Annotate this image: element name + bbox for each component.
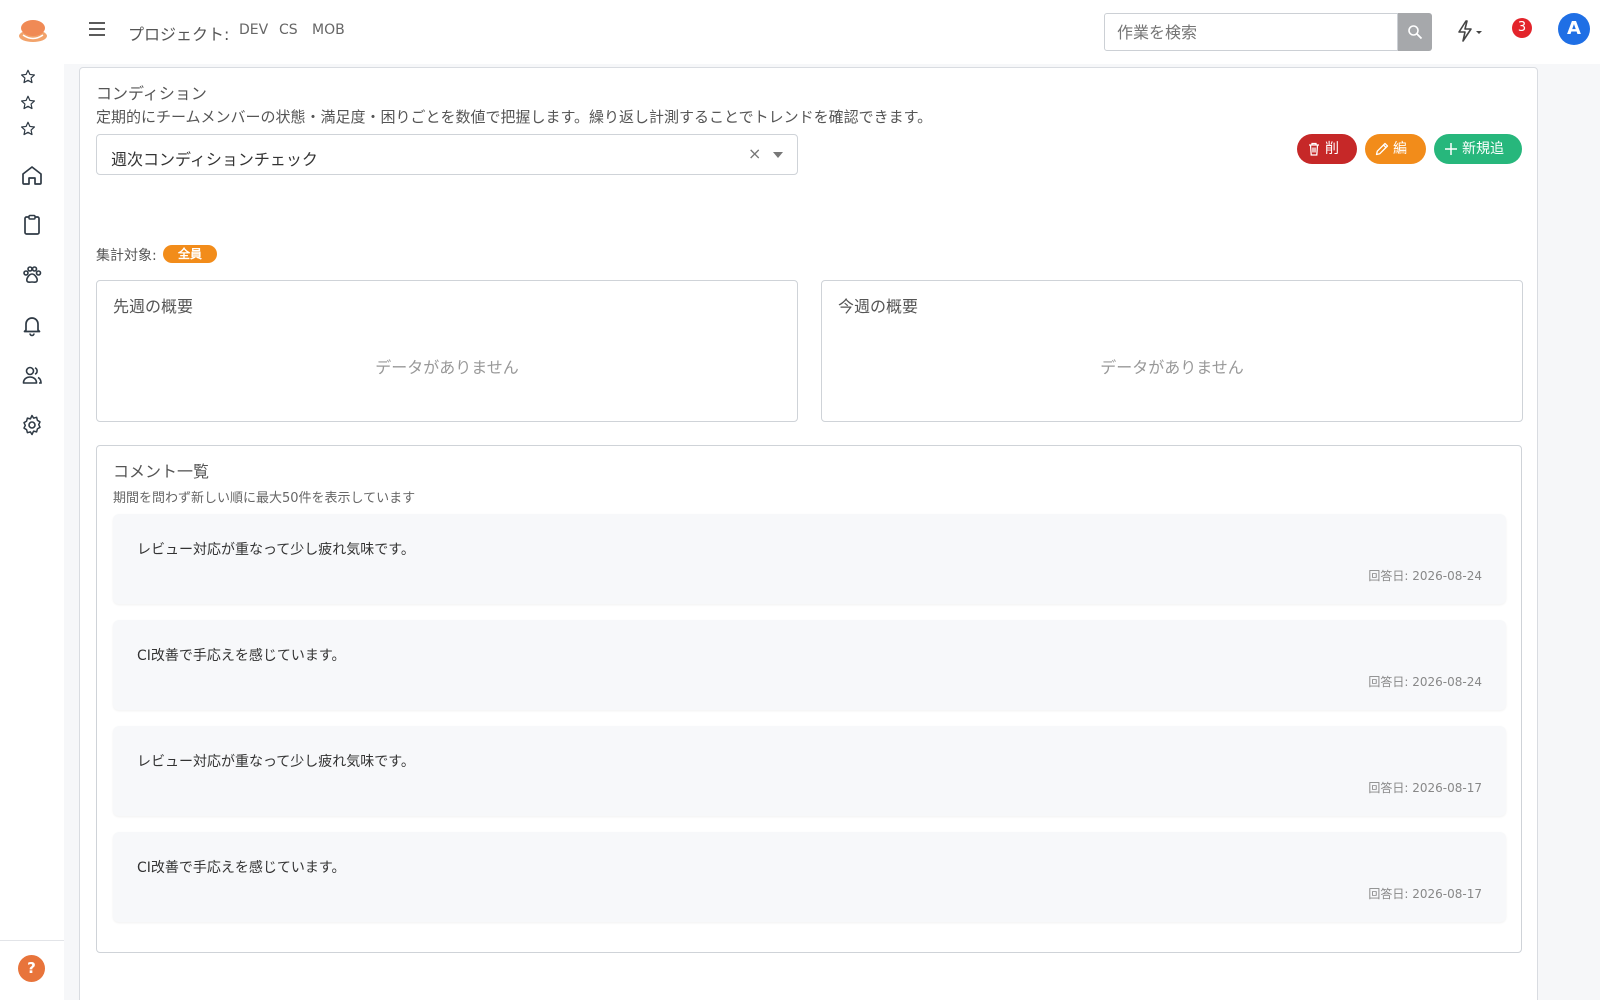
app-logo-icon[interactable] [18, 18, 48, 44]
project-link-dev[interactable]: DEV [239, 22, 268, 38]
star-icon[interactable] [19, 94, 37, 112]
quick-action-bolt-icon[interactable] [1454, 19, 1488, 43]
sidebar: ? [0, 0, 64, 1000]
help-button[interactable]: ? [18, 955, 45, 982]
project-link-cs[interactable]: CS [279, 22, 298, 38]
comment-list-title: コメント一覧 [113, 462, 210, 481]
hamburger-menu-icon[interactable] [88, 22, 106, 36]
gear-icon[interactable] [20, 413, 44, 437]
survey-select-value: 週次コンディションチェック [111, 150, 318, 169]
comment-item: CI改善で手応えを感じています。 回答日: 2026-08-17 [113, 832, 1506, 922]
users-icon[interactable] [20, 363, 44, 387]
search-input[interactable] [1104, 13, 1398, 51]
clear-selection-icon[interactable]: × [748, 144, 761, 163]
pencil-icon [1375, 142, 1389, 156]
home-icon[interactable] [20, 163, 44, 187]
edit-button-label: 編集 [1393, 141, 1407, 187]
project-label: プロジェクト: [128, 25, 230, 44]
comment-list-subtitle: 期間を問わず新しい順に最大50件を表示しています [113, 491, 416, 506]
add-new-button-label: 新規追加 [1462, 141, 1504, 187]
star-icon[interactable] [19, 68, 37, 86]
comment-date: 回答日: 2026-08-17 [1368, 887, 1482, 901]
sidebar-divider [0, 940, 64, 941]
comment-date: 回答日: 2026-08-17 [1368, 781, 1482, 795]
add-new-button[interactable]: 新規追加 [1434, 134, 1522, 187]
comment-list-card: コメント一覧 期間を問わず新しい順に最大50件を表示しています レビュー対応が重… [96, 445, 1522, 953]
this-week-summary-title: 今週の概要 [838, 297, 919, 316]
bell-icon[interactable] [20, 313, 44, 337]
this-week-empty-text: データがありません [1100, 358, 1244, 377]
page-description: 定期的にチームメンバーの状態・満足度・困りごとを数値で把握します。繰り返し計測す… [96, 108, 933, 126]
aggregation-target-badge: 全員 [163, 245, 217, 263]
last-week-summary-card: 先週の概要 データがありません [96, 280, 798, 422]
notification-badge[interactable]: 3 [1512, 18, 1532, 38]
last-week-empty-text: データがありません [375, 358, 519, 377]
user-avatar[interactable]: A [1558, 13, 1590, 45]
paw-icon[interactable] [20, 263, 44, 287]
star-icon[interactable] [19, 120, 37, 138]
top-header: プロジェクト: DEV CS MOB 3 A [64, 0, 1600, 64]
edit-button[interactable]: 編集 [1365, 134, 1426, 187]
project-link-mob[interactable]: MOB [312, 22, 345, 38]
comment-text: CI改善で手応えを感じています。 [137, 648, 346, 664]
comment-text: レビュー対応が重なって少し疲れ気味です。 [137, 754, 415, 770]
comment-item: CI改善で手応えを感じています。 回答日: 2026-08-24 [113, 620, 1506, 710]
plus-icon [1445, 143, 1457, 155]
page-title: コンディション [96, 84, 207, 103]
this-week-summary-card: 今週の概要 データがありません [821, 280, 1523, 422]
chevron-down-icon[interactable] [773, 152, 783, 158]
last-week-summary-title: 先週の概要 [113, 297, 194, 316]
search-button[interactable] [1398, 13, 1432, 51]
comment-text: レビュー対応が重なって少し疲れ気味です。 [137, 542, 415, 558]
delete-button-label: 削除 [1325, 141, 1339, 187]
delete-button[interactable]: 削除 [1297, 134, 1357, 187]
clipboard-icon[interactable] [20, 213, 44, 237]
search-icon [1408, 25, 1423, 40]
comment-item: レビュー対応が重なって少し疲れ気味です。 回答日: 2026-08-24 [113, 514, 1506, 604]
aggregation-target-label: 集計対象: [96, 248, 157, 264]
comment-text: CI改善で手応えを感じています。 [137, 860, 346, 876]
comment-date: 回答日: 2026-08-24 [1368, 675, 1482, 689]
main-content: コンディション 定期的にチームメンバーの状態・満足度・困りごとを数値で把握します… [79, 67, 1538, 1000]
comment-date: 回答日: 2026-08-24 [1368, 569, 1482, 583]
survey-select[interactable]: 週次コンディションチェック × [96, 134, 798, 175]
comment-item: レビュー対応が重なって少し疲れ気味です。 回答日: 2026-08-17 [113, 726, 1506, 816]
trash-icon [1309, 142, 1319, 156]
